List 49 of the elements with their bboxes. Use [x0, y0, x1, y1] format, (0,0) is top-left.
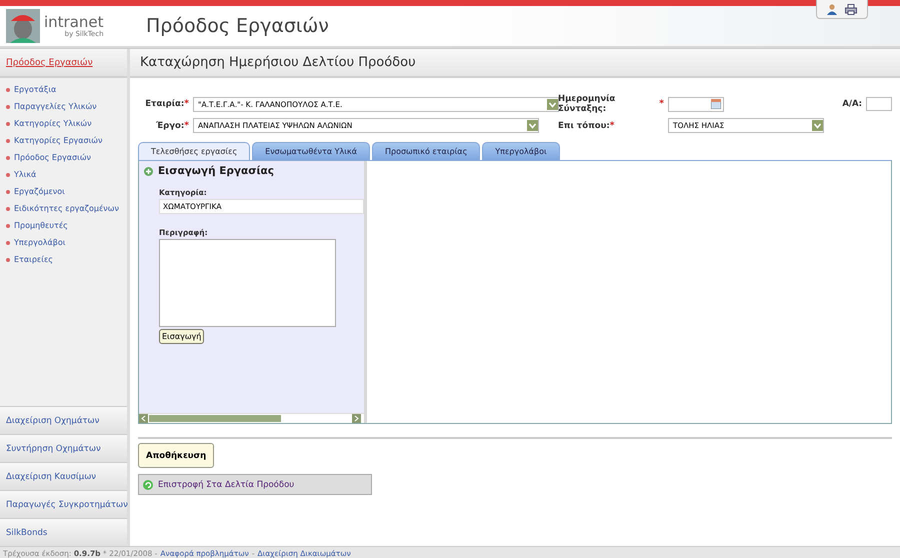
save-button[interactable]: Αποθήκευση [138, 443, 214, 468]
sidebar-item[interactable]: Υλικά [6, 166, 36, 183]
page-header-title: Πρόοδος Εργασιών [145, 15, 329, 37]
sidebar-item[interactable]: Παραγγελίες Υλικών [6, 98, 97, 115]
sidebar-item[interactable]: Κατηγορίες Υλικών [6, 115, 92, 132]
field-label: Ημερομηνία Σύνταξης: [558, 94, 616, 114]
dropdown-arrow-icon[interactable] [812, 120, 823, 131]
dropdown-arrow-icon[interactable] [527, 120, 538, 131]
required-mark: * [659, 99, 664, 109]
date-field[interactable] [668, 96, 724, 112]
dropdown-arrow-icon[interactable] [547, 98, 558, 110]
sidebar-item[interactable]: Πρόοδος Εργασιών [6, 149, 91, 166]
sidebar-item[interactable]: Προμηθευτές [6, 217, 68, 234]
sidebar-section[interactable]: Συντήρηση Οχημάτων [0, 434, 127, 462]
sidebar-section[interactable]: Παραγωγές Συγκροτημάτων [0, 490, 127, 518]
sidebar-item[interactable]: Εργοτάξια [6, 81, 56, 98]
user-icon[interactable] [827, 4, 837, 14]
logo-icon [6, 9, 40, 43]
tab[interactable]: Τελεσθήσες εργασίες [138, 142, 250, 160]
tab[interactable]: Ενσωματωθέντα Υλικά [252, 142, 370, 160]
field-label: Εταιρία: [145, 99, 184, 109]
sidebar-section[interactable]: Διαχείριση Οχημάτων [0, 406, 127, 434]
sidebar-item[interactable]: Κατηγορίες Εργασιών [6, 132, 102, 149]
printer-icon[interactable] [845, 4, 857, 14]
page-title: Καταχώρηση Ημερήσιου Δελτίου Προόδου [130, 49, 900, 78]
field-label: Α/Α: [842, 99, 862, 109]
entry-panel-title: Εισαγωγή Εργασίας [158, 165, 274, 177]
horizontal-scrollbar[interactable] [139, 413, 364, 423]
sidebar-item[interactable]: Εργαζόμενοι [6, 183, 65, 200]
required-mark: * [184, 120, 189, 130]
tab[interactable]: Προσωπικό εταιρίας [372, 142, 480, 160]
sidebar-item[interactable]: Υπεργολάβοι [6, 234, 66, 251]
insert-button[interactable]: Εισαγωγή [159, 329, 204, 344]
add-icon[interactable] [144, 166, 153, 176]
return-arrow-icon [143, 480, 153, 490]
calendar-icon[interactable] [711, 99, 721, 109]
description-field[interactable] [159, 239, 336, 327]
number-field[interactable] [866, 97, 892, 111]
tab[interactable]: Υπεργολάβοι [482, 142, 560, 160]
field-label: Επι τόπου: [558, 120, 610, 130]
back-link[interactable]: Επιστροφή Στα Δελτία Προόδου [138, 474, 372, 495]
logo-title: intranet [44, 14, 104, 30]
required-mark: * [184, 99, 189, 109]
sidebar-item[interactable]: Εταιρείες [6, 251, 53, 268]
sidebar-section[interactable]: SilkBonds [0, 518, 127, 546]
required-mark: * [610, 120, 614, 130]
field-label: Έργο: [156, 120, 184, 130]
sidebar-item[interactable]: Ειδικότητες εργαζομένων [6, 200, 119, 217]
sidebar-section[interactable]: Διαχείριση Καυσίμων [0, 462, 127, 490]
